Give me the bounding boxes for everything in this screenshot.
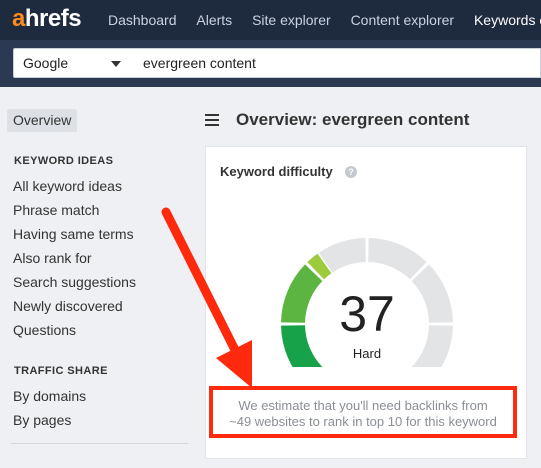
- nav-site-explorer[interactable]: Site explorer: [252, 12, 331, 28]
- nav-keywords-explorer[interactable]: Keywords explorer: [474, 12, 541, 28]
- search-engine-value: Google: [23, 55, 69, 71]
- difficulty-rating: Hard: [352, 346, 382, 361]
- estimate-line-1: We estimate that you'll need backlinks f…: [238, 398, 488, 413]
- sidebar-item-questions[interactable]: Questions: [13, 322, 76, 338]
- keyword-search-input[interactable]: evergreen content: [131, 48, 541, 78]
- hamburger-menu-icon[interactable]: [205, 114, 219, 126]
- sidebar-item-overview[interactable]: Overview: [7, 109, 78, 132]
- logo-accent-letter: a: [12, 5, 25, 32]
- sidebar-heading-keyword-ideas: KEYWORD IDEAS: [14, 155, 114, 167]
- page-title: Overview: evergreen content: [236, 110, 470, 129]
- nav-alerts[interactable]: Alerts: [196, 12, 232, 28]
- nav-content-explorer[interactable]: Content explorer: [351, 12, 455, 28]
- ahrefs-logo[interactable]: ahrefs: [12, 5, 82, 33]
- sidebar-heading-traffic-share: TRAFFIC SHARE: [14, 365, 108, 377]
- sidebar-item-newly-discovered[interactable]: Newly discovered: [13, 298, 123, 314]
- sidebar-item-all-keyword-ideas[interactable]: All keyword ideas: [13, 178, 122, 194]
- sidebar-item-also-rank-for[interactable]: Also rank for: [13, 250, 92, 266]
- difficulty-score: 37: [339, 286, 395, 342]
- gauge-track-segment: [368, 238, 427, 280]
- sidebar-item-by-pages[interactable]: By pages: [13, 412, 71, 428]
- sidebar-item-having-same-terms[interactable]: Having same terms: [13, 226, 134, 242]
- sidebar-divider: [10, 443, 188, 444]
- nav-dashboard[interactable]: Dashboard: [108, 12, 177, 28]
- sidebar-item-phrase-match[interactable]: Phrase match: [13, 202, 99, 218]
- sidebar-item-search-suggestions[interactable]: Search suggestions: [13, 274, 136, 290]
- search-bar: Google evergreen content: [0, 40, 541, 87]
- chevron-down-icon: [111, 61, 121, 67]
- nav-links: Dashboard Alerts Site explorer Content e…: [108, 12, 541, 28]
- sidebar-item-by-domains[interactable]: By domains: [13, 388, 86, 404]
- search-engine-select[interactable]: Google: [13, 48, 132, 78]
- backlink-estimate-box: We estimate that you'll need backlinks f…: [209, 386, 517, 438]
- backlink-estimate-text: We estimate that you'll need backlinks f…: [213, 398, 513, 430]
- logo-text: hrefs: [24, 5, 82, 32]
- top-nav: ahrefs Dashboard Alerts Site explorer Co…: [0, 0, 541, 40]
- estimate-line-2: ~49 websites to rank in top 10 for this …: [229, 414, 497, 429]
- question-circle-icon[interactable]: ?: [345, 166, 357, 178]
- card-title: Keyword difficulty: [220, 164, 333, 179]
- sidebar: Overview KEYWORD IDEAS All keyword ideas…: [0, 87, 195, 468]
